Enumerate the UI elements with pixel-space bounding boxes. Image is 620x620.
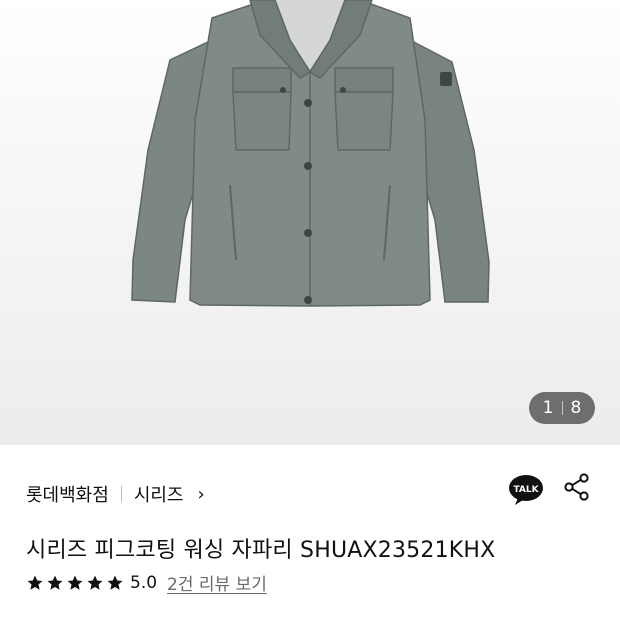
chat-bubble-icon: TALK [509, 475, 543, 505]
brand-link[interactable]: 롯데백화점 [26, 481, 109, 507]
review-link[interactable]: 2건 리뷰 보기 [167, 570, 267, 595]
image-counter-total: 8 [570, 398, 582, 418]
star-icon [47, 575, 63, 590]
product-image [131, 0, 490, 307]
star-icon [87, 575, 103, 590]
share-icon [564, 473, 589, 501]
star-icon [27, 575, 43, 590]
kakao-talk-button[interactable]: TALK [508, 474, 544, 505]
product-actions: TALK [508, 473, 590, 505]
series-link[interactable]: 시리즈 [134, 481, 184, 507]
product-title: 시리즈 피그코팅 워싱 자파리 SHUAX23521KHX [26, 538, 496, 563]
star-icon [67, 575, 83, 590]
rating-row: 5.0 2건 리뷰 보기 [26, 570, 267, 595]
kakao-talk-label: TALK [513, 485, 539, 495]
brand-breadcrumb: 롯데백화점 시리즈 › [26, 481, 205, 507]
product-image-gallery[interactable]: 1 8 [0, 0, 620, 445]
star-icon [107, 575, 123, 590]
star-rating [26, 574, 124, 592]
image-counter: 1 8 [529, 392, 595, 424]
image-counter-current: 1 [542, 398, 554, 418]
rating-score: 5.0 [130, 572, 158, 593]
product-info: 롯데백화점 시리즈 › TALK 시리즈 피그코팅 워싱 자파리 SHUAX23… [0, 445, 620, 620]
chevron-right-icon[interactable]: › [198, 484, 205, 505]
breadcrumb-divider [120, 486, 122, 502]
counter-divider [561, 401, 563, 415]
share-button[interactable] [564, 473, 590, 505]
